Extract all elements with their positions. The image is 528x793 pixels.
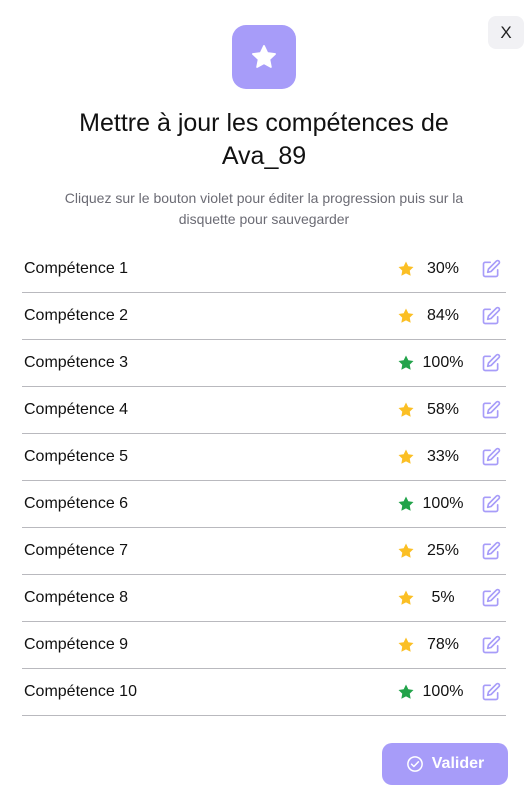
- skill-name: Compétence 10: [24, 683, 137, 700]
- skill-name: Compétence 8: [24, 589, 129, 606]
- skill-progress: 30%: [426, 260, 460, 277]
- edit-icon[interactable]: [481, 259, 501, 279]
- skill-progress: 33%: [426, 448, 460, 465]
- skill-row: Compétence 5 33%: [22, 434, 506, 481]
- edit-icon[interactable]: [481, 353, 501, 373]
- star-icon: [398, 308, 414, 323]
- close-button-label: X: [500, 22, 512, 42]
- skill-row: Compétence 10 100%: [22, 669, 506, 716]
- edit-icon[interactable]: [481, 400, 501, 420]
- skill-progress: 100%: [422, 683, 464, 700]
- dialog-subtitle-line1: Cliquez sur le bouton violet pour éditer…: [64, 190, 464, 206]
- edit-icon[interactable]: [481, 447, 501, 467]
- skill-row: Compétence 6 100%: [22, 481, 506, 528]
- star-complete-icon: [398, 355, 414, 370]
- skills-list: Compétence 1 30% Compétence 2 84% Compétence…: [22, 246, 506, 716]
- skill-row: Compétence 4 58%: [22, 387, 506, 434]
- edit-icon[interactable]: [481, 306, 501, 326]
- close-button[interactable]: X: [488, 16, 524, 49]
- skill-name: Compétence 6: [24, 495, 129, 512]
- skill-progress: 5%: [431, 589, 455, 606]
- skill-progress: 100%: [422, 495, 464, 512]
- skill-name: Compétence 4: [24, 401, 129, 418]
- hero-star-badge: [232, 25, 296, 89]
- edit-icon[interactable]: [481, 588, 501, 608]
- skill-name: Compétence 2: [24, 307, 129, 324]
- skill-row: Compétence 8 5%: [22, 575, 506, 622]
- dialog-title-username: Ava_89: [221, 142, 307, 170]
- edit-icon[interactable]: [481, 682, 501, 702]
- skill-progress: 84%: [426, 307, 460, 324]
- dialog-title-line1: Mettre à jour les compétences de: [79, 109, 449, 137]
- skill-name: Compétence 1: [24, 260, 129, 277]
- skill-name: Compétence 7: [24, 542, 129, 559]
- edit-icon[interactable]: [481, 635, 501, 655]
- dialog-subtitle: Cliquez sur le bouton violet pour éditer…: [40, 188, 488, 230]
- star-icon: [398, 637, 414, 652]
- star-complete-icon: [398, 496, 414, 511]
- skill-row: Compétence 1 30%: [22, 246, 506, 293]
- skill-row: Compétence 9 78%: [22, 622, 506, 669]
- validate-button[interactable]: Valider: [382, 743, 508, 785]
- skill-progress: 78%: [426, 636, 460, 653]
- skill-row: Compétence 7 25%: [22, 528, 506, 575]
- skill-row: Compétence 2 84%: [22, 293, 506, 340]
- star-icon: [398, 402, 414, 417]
- skill-name: Compétence 5: [24, 448, 129, 465]
- skill-row: Compétence 3 100%: [22, 340, 506, 387]
- star-icon: [252, 45, 276, 68]
- star-icon: [398, 449, 414, 464]
- dialog-subtitle-line2: disquette pour sauvegarder: [178, 211, 350, 227]
- skill-progress: 25%: [426, 542, 460, 559]
- skill-name: Compétence 3: [24, 354, 129, 371]
- star-icon: [398, 543, 414, 558]
- check-circle-icon: [406, 756, 423, 772]
- validate-button-label: Valider: [431, 755, 485, 772]
- star-icon: [398, 590, 414, 605]
- dialog-title: Mettre à jour les compétences de Ava_89: [30, 107, 498, 173]
- edit-icon[interactable]: [481, 494, 501, 514]
- skill-name: Compétence 9: [24, 636, 129, 653]
- star-icon: [398, 261, 414, 276]
- edit-icon[interactable]: [481, 541, 501, 561]
- star-complete-icon: [398, 684, 414, 699]
- skill-progress: 58%: [426, 401, 460, 418]
- skill-progress: 100%: [422, 354, 464, 371]
